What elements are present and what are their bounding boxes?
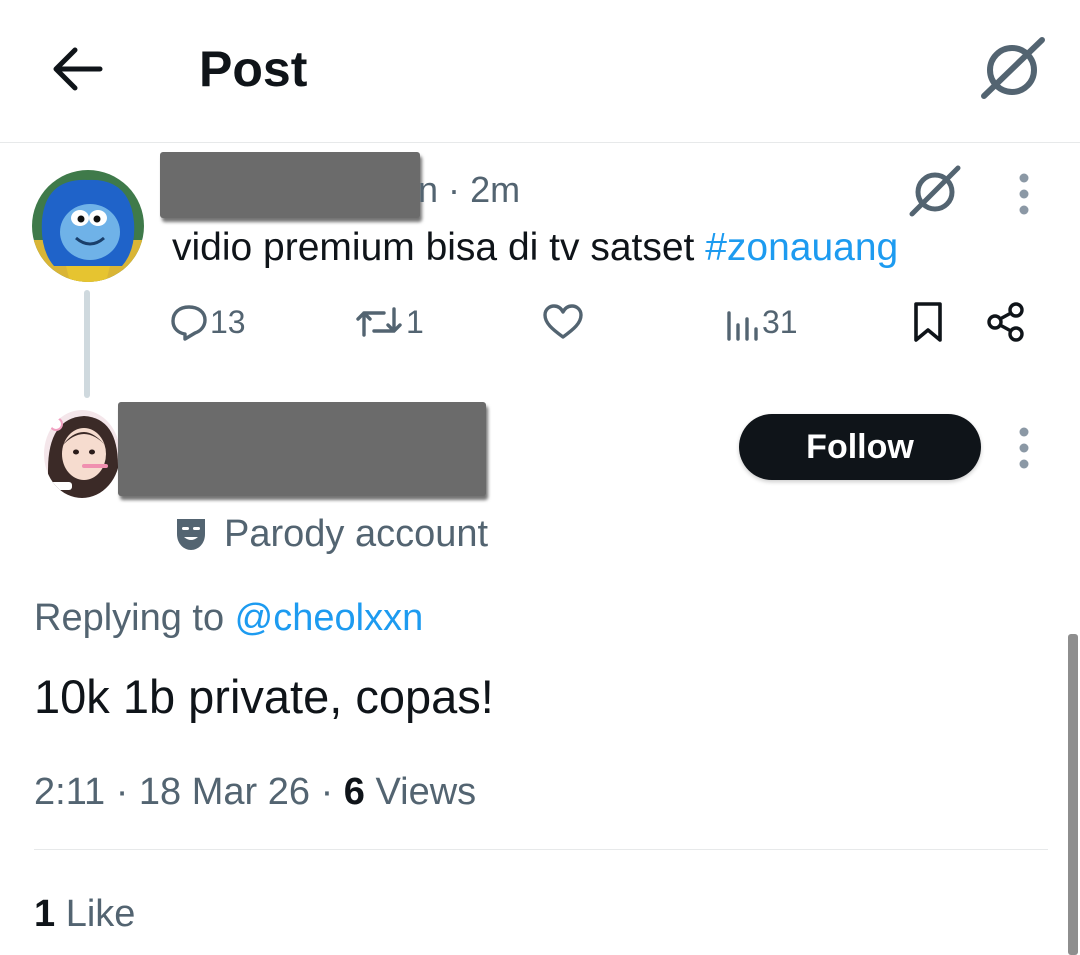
share-button[interactable]	[984, 296, 1028, 348]
bookmark-button[interactable]	[908, 296, 948, 348]
hashtag-link[interactable]: #zonauang	[705, 226, 898, 269]
scrollbar-thumb[interactable]	[1068, 634, 1078, 955]
post-date: 18 Mar 26	[138, 771, 311, 813]
views-link[interactable]: 6 Views	[344, 771, 476, 813]
parody-label-text: Parody account	[224, 512, 489, 555]
replying-prefix: Replying to	[34, 597, 235, 639]
replying-handle-link[interactable]: @cheolxxn	[235, 597, 424, 639]
page-title: Post	[199, 41, 308, 97]
timestamp-separator: ·	[105, 771, 139, 813]
parent-author-avatar[interactable]	[32, 170, 144, 282]
post-time[interactable]: 2m	[470, 169, 520, 210]
repost-count: 1	[406, 303, 424, 340]
more-options-button[interactable]	[1004, 424, 1044, 472]
bookmark-icon	[914, 302, 942, 342]
post-timestamp: 2:11 · 18 Mar 26 · 6 Views	[34, 766, 476, 818]
meta-separator: ·	[448, 169, 461, 210]
views-count: 6	[343, 771, 365, 813]
like-icon	[543, 304, 583, 339]
reply-post-text: 10k 1b private, copas!	[34, 670, 494, 723]
parent-post-meta: n · 2m	[418, 166, 520, 214]
likes-stat-link[interactable]: 1 Like	[34, 888, 135, 940]
stats-divider	[34, 849, 1048, 850]
repost-icon	[356, 307, 402, 337]
reply-button[interactable]: 13	[170, 296, 246, 348]
replying-to-line: Replying to @cheolxxn	[34, 592, 423, 644]
more-options-icon	[1019, 427, 1029, 469]
grok-icon	[909, 165, 961, 217]
like-button[interactable]	[542, 296, 586, 348]
views-button[interactable]: 31	[724, 296, 798, 348]
thread-connector-line	[84, 290, 90, 398]
more-options-button[interactable]	[1004, 170, 1044, 218]
back-button[interactable]	[46, 38, 108, 100]
follow-button[interactable]: Follow	[739, 414, 981, 480]
grok-explain-button[interactable]	[906, 162, 964, 220]
redacted-author-name	[160, 152, 420, 218]
parody-account-label: Parody account	[174, 508, 488, 560]
parody-mask-icon	[174, 516, 208, 552]
grok-button[interactable]	[978, 34, 1048, 104]
reply-icon	[171, 305, 207, 341]
reply-count: 13	[210, 303, 246, 340]
grok-icon	[981, 37, 1045, 99]
likes-count: 1	[34, 893, 56, 935]
avatar-image	[44, 410, 120, 498]
parent-post-text: vidio premium bisa di tv satset #zonauan…	[172, 222, 898, 274]
likes-label: Like	[55, 893, 136, 935]
arrow-left-icon	[53, 47, 103, 91]
avatar-image	[32, 170, 144, 282]
views-count: 31	[762, 303, 798, 340]
reply-author-avatar[interactable]	[44, 410, 120, 498]
post-time: 2:11	[34, 771, 106, 813]
views-label: Views	[364, 771, 477, 813]
repost-button[interactable]: 1	[354, 296, 424, 348]
more-options-icon	[1019, 173, 1029, 215]
header-divider	[0, 142, 1080, 143]
author-name-fragment[interactable]: n	[418, 169, 438, 210]
post-body-text: vidio premium bisa di tv satset	[172, 226, 706, 269]
redacted-author-name	[118, 402, 486, 496]
share-icon	[987, 302, 1024, 342]
timestamp-separator: ·	[310, 771, 344, 813]
views-icon	[727, 311, 758, 341]
